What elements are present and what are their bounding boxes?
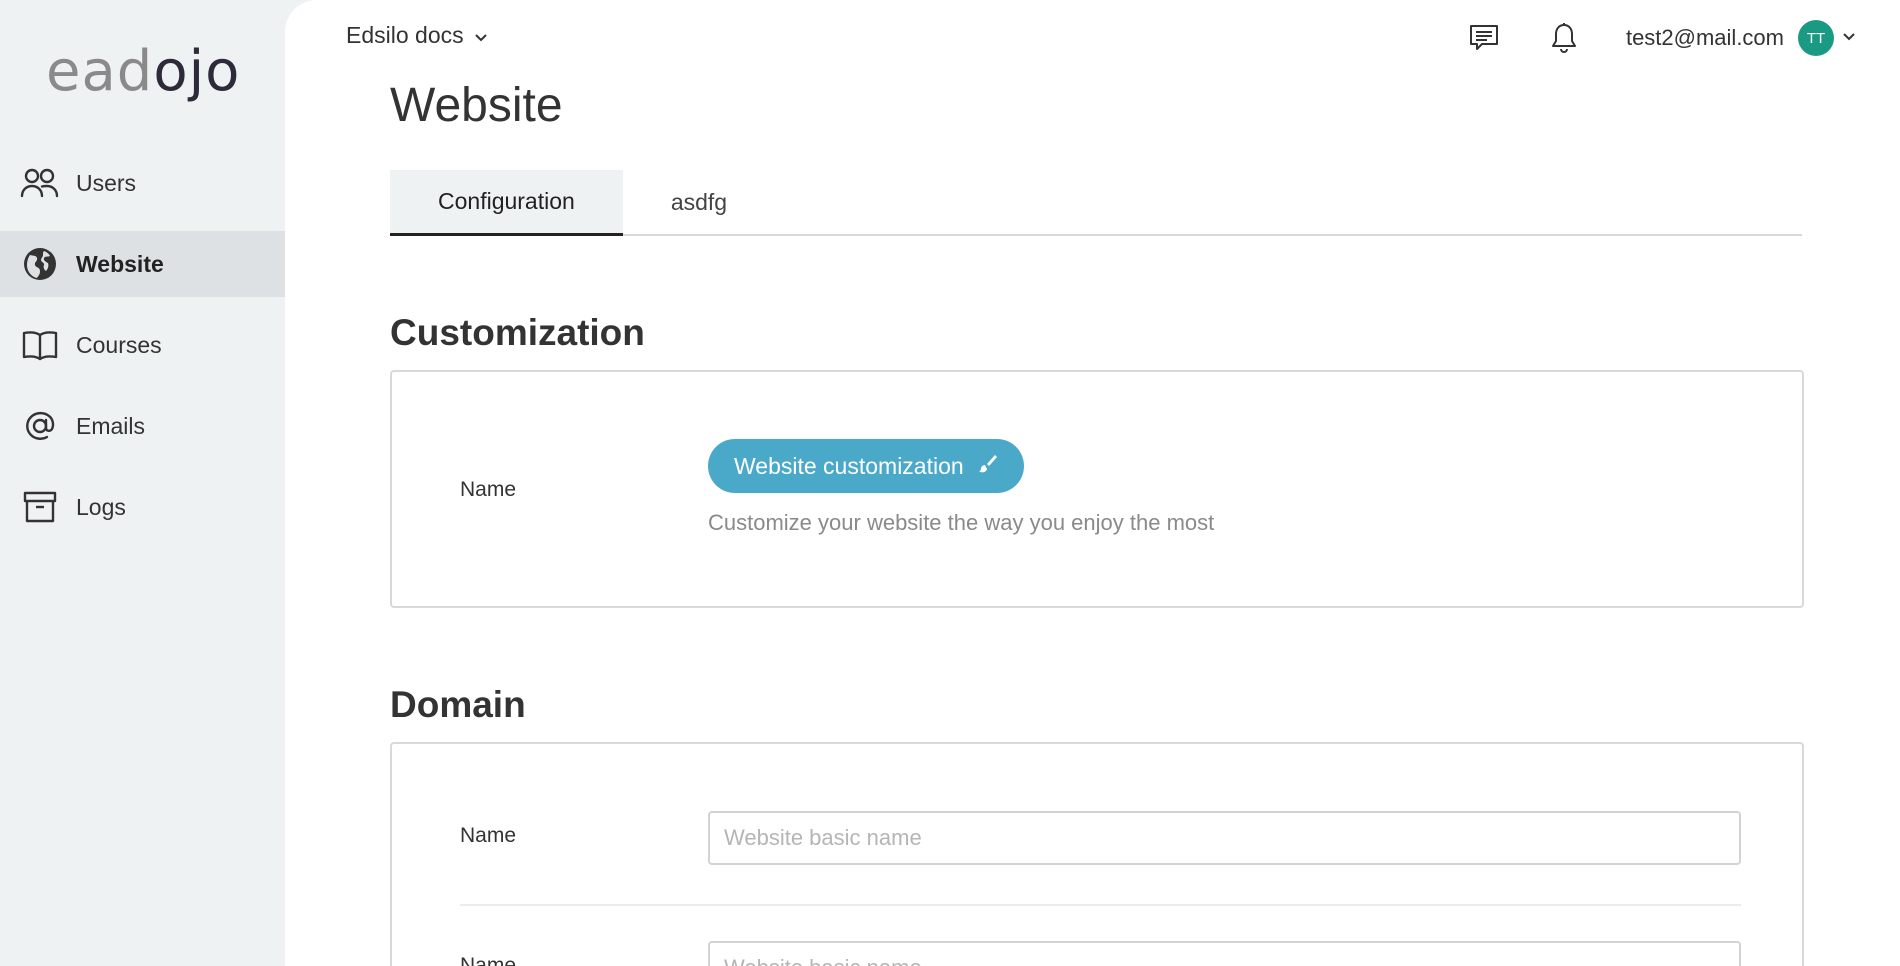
sidebar-item-logs[interactable]: Logs	[0, 474, 285, 540]
domain-title: Domain	[390, 684, 526, 725]
website-name-input[interactable]	[708, 811, 1741, 865]
sidebar-item-label: Users	[76, 169, 137, 196]
avatar-initials: TT	[1806, 29, 1826, 47]
chevron-down-icon	[474, 22, 488, 49]
domain-card: Name Name	[390, 742, 1804, 966]
field-label: Name	[460, 478, 517, 501]
field-label: Name	[460, 954, 517, 966]
archive-icon	[20, 487, 60, 527]
website-name-input-2[interactable]	[708, 941, 1741, 966]
workspace-name: Edsilo docs	[346, 22, 464, 48]
chat-icon[interactable]	[1464, 18, 1504, 58]
book-icon	[20, 325, 60, 365]
sidebar-item-label: Logs	[76, 493, 126, 520]
top-bar-actions: test2@mail.com TT	[1464, 16, 1900, 60]
app-logo[interactable]: eadojo	[46, 36, 240, 108]
sidebar-item-label: Courses	[76, 331, 162, 358]
sidebar-item-label: Emails	[76, 412, 146, 439]
sidebar-nav: Users Website Courses Emails Logs	[0, 150, 285, 555]
button-label: Website customization	[734, 452, 964, 479]
tab-bar: Configuration asdfg	[390, 170, 1802, 236]
customization-help-text: Customize your website the way you enjoy…	[708, 510, 1215, 535]
field-label: Name	[460, 824, 517, 847]
workspace-selector[interactable]: Edsilo docs	[346, 22, 488, 49]
logo-part-1: ead	[46, 39, 154, 104]
sidebar-item-emails[interactable]: Emails	[0, 393, 285, 459]
main-panel: Edsilo docs test2@mail.com TT Website Co…	[285, 0, 1900, 966]
avatar[interactable]: TT	[1798, 20, 1834, 56]
customization-card: Name Website customization Customize you…	[390, 370, 1804, 608]
page-title: Website	[390, 79, 563, 132]
divider	[460, 904, 1741, 906]
sidebar: eadojo Users Website Courses Emails Logs	[0, 0, 285, 966]
tab-asdfg[interactable]: asdfg	[623, 170, 775, 234]
tab-configuration[interactable]: Configuration	[390, 170, 623, 236]
at-icon	[20, 406, 60, 446]
globe-icon	[20, 244, 60, 284]
logo-part-2: ojo	[153, 39, 241, 104]
sidebar-item-users[interactable]: Users	[0, 150, 285, 216]
website-customization-button[interactable]: Website customization	[708, 439, 1024, 493]
brush-icon	[978, 453, 998, 480]
bell-icon[interactable]	[1544, 18, 1584, 58]
sidebar-item-label: Website	[76, 250, 164, 277]
sidebar-item-courses[interactable]: Courses	[0, 312, 285, 378]
chevron-down-icon[interactable]	[1842, 29, 1856, 47]
sidebar-item-website[interactable]: Website	[0, 231, 285, 297]
top-bar: Edsilo docs test2@mail.com TT	[285, 0, 1900, 76]
customization-title: Customization	[390, 312, 645, 353]
user-email[interactable]: test2@mail.com	[1626, 25, 1784, 51]
users-icon	[20, 163, 60, 203]
